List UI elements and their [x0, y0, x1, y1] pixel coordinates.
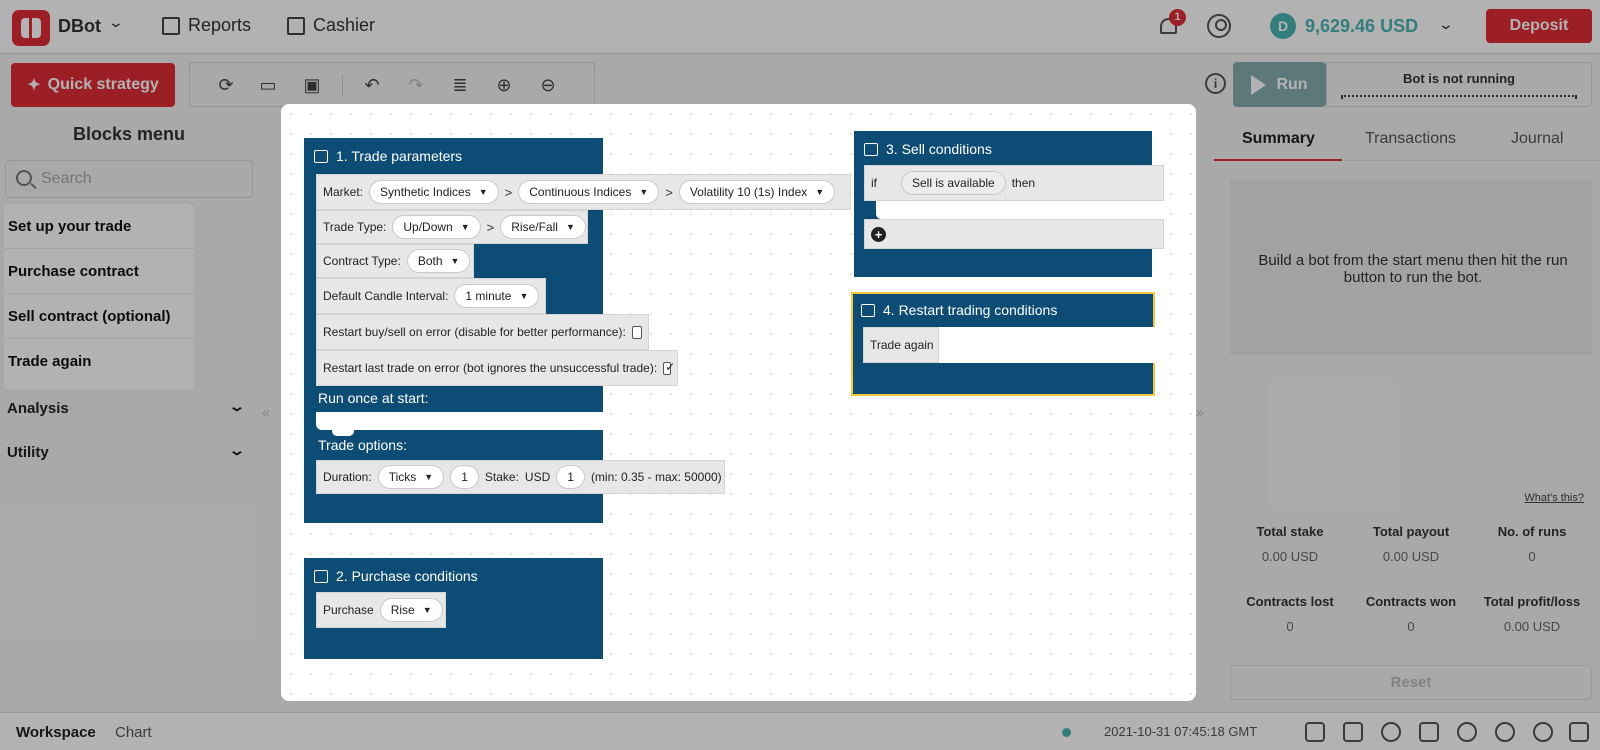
symbol-dropdown[interactable]: Volatility 10 (1s) Index ▼ — [678, 180, 836, 204]
workspace-preview-modal: 1. Trade parameters Market: Synthetic In… — [281, 104, 1196, 701]
sell-else-row — [864, 219, 1164, 249]
dropdown-value: Rise — [390, 603, 415, 617]
chevron-down-icon: ▼ — [565, 222, 575, 232]
money-icon — [864, 142, 878, 156]
contract-type-row: Contract Type: Both ▼ — [316, 244, 474, 278]
chevron-down-icon: ▼ — [422, 605, 432, 615]
trade-parameters-block[interactable]: 1. Trade parameters Market: Synthetic In… — [304, 138, 851, 523]
candle-interval-dropdown[interactable]: 1 minute ▼ — [454, 284, 540, 308]
contract-type-label: Contract Type: — [323, 254, 401, 268]
restart-trading-title: 4. Restart trading conditions — [861, 302, 1057, 318]
restart-slot — [939, 327, 1155, 363]
stake-currency: USD — [524, 470, 551, 484]
run-once-slot — [316, 412, 603, 430]
chevron-down-icon: ▼ — [450, 256, 460, 266]
purchase-label: Purchase — [323, 603, 374, 617]
restart-on-error-row: Restart buy/sell on error (disable for b… — [316, 314, 649, 350]
basket-icon — [314, 569, 328, 583]
duration-unit-dropdown[interactable]: Ticks ▼ — [377, 465, 445, 489]
sell-is-available-condition[interactable]: Sell is available — [901, 171, 1006, 195]
market-label: Market: — [323, 185, 364, 199]
sell-conditions-block[interactable]: 3. Sell conditions if Sell is available … — [854, 131, 1164, 277]
purchase-conditions-block[interactable]: 2. Purchase conditions Purchase Rise ▼ — [304, 558, 603, 659]
dropdown-value: Synthetic Indices — [380, 185, 471, 199]
duration-label: Duration: — [323, 470, 372, 484]
add-icon[interactable]: + — [871, 227, 886, 242]
stake-value-input[interactable]: 1 — [556, 465, 585, 489]
block-title-text: 1. Trade parameters — [336, 148, 463, 164]
trade-again-block[interactable]: Trade again — [863, 327, 939, 363]
dropdown-value: Volatility 10 (1s) Index — [689, 185, 808, 199]
purchase-dropdown[interactable]: Rise ▼ — [379, 598, 443, 622]
market-row: Market: Synthetic Indices ▼ > Continuous … — [316, 174, 851, 210]
dropdown-value: Both — [417, 254, 443, 268]
chevron-right-icon: > — [665, 184, 673, 200]
stake-label: Stake: — [484, 470, 519, 484]
chevron-down-icon: ▼ — [815, 187, 825, 197]
purchase-conditions-title: 2. Purchase conditions — [314, 568, 478, 584]
chevron-down-icon: ▼ — [478, 187, 488, 197]
dropdown-value: Rise/Fall — [511, 220, 558, 234]
restart-last-trade-row: Restart last trade on error (bot ignores… — [316, 350, 678, 386]
trade-type-dropdown[interactable]: Rise/Fall ▼ — [500, 215, 586, 239]
duration-value-input[interactable]: 1 — [450, 465, 479, 489]
chevron-down-icon: ▼ — [519, 291, 529, 301]
dropdown-value: Continuous Indices — [529, 185, 632, 199]
restart-on-error-checkbox[interactable] — [631, 325, 642, 339]
trade-again-label: Trade again — [870, 338, 934, 352]
dropdown-value: Up/Down — [403, 220, 453, 234]
chevron-down-icon: ▼ — [639, 187, 649, 197]
submarket-dropdown[interactable]: Continuous Indices ▼ — [518, 180, 660, 204]
candle-interval-label: Default Candle Interval: — [323, 289, 449, 303]
chevron-right-icon: > — [504, 184, 513, 200]
run-once-label: Run once at start: — [318, 390, 429, 406]
trade-type-row: Trade Type: Up/Down ▼ > Rise/Fall ▼ — [316, 210, 588, 244]
chevron-down-icon: ▼ — [460, 222, 470, 232]
dropdown-value: Ticks — [388, 470, 417, 484]
contract-type-dropdown[interactable]: Both ▼ — [406, 249, 471, 273]
block-title-text: 3. Sell conditions — [886, 141, 992, 157]
block-title-text: 4. Restart trading conditions — [883, 302, 1058, 318]
restart-last-trade-checkbox[interactable] — [663, 360, 675, 375]
statement-notch — [332, 430, 354, 436]
then-label: then — [1011, 176, 1036, 190]
sell-then-slot — [876, 201, 1164, 219]
flag-icon — [861, 303, 875, 317]
sell-conditions-title: 3. Sell conditions — [864, 141, 992, 157]
market-dropdown[interactable]: Synthetic Indices ▼ — [369, 180, 499, 204]
restart-trading-block[interactable]: 4. Restart trading conditions Trade agai… — [851, 292, 1155, 396]
restart-on-error-label: Restart buy/sell on error (disable for b… — [323, 325, 626, 339]
chevron-down-icon: ▼ — [424, 472, 434, 482]
trade-parameters-title: 1. Trade parameters — [314, 148, 462, 164]
stake-limits: (min: 0.35 - max: 50000) — [590, 470, 722, 484]
trade-options-label: Trade options: — [318, 437, 407, 453]
chevron-right-icon: > — [486, 219, 495, 235]
purchase-row: Purchase Rise ▼ — [316, 592, 446, 628]
block-title-text: 2. Purchase conditions — [336, 568, 478, 584]
trade-options-row: Duration: Ticks ▼ 1 Stake: USD 1 (min: 0.… — [316, 460, 725, 494]
dropdown-value: 1 minute — [465, 289, 512, 303]
candle-interval-row: Default Candle Interval: 1 minute ▼ — [316, 278, 546, 314]
trade-type-label: Trade Type: — [323, 220, 387, 234]
document-icon — [314, 149, 328, 163]
if-label: if — [871, 176, 877, 190]
trade-type-category-dropdown[interactable]: Up/Down ▼ — [392, 215, 481, 239]
restart-last-trade-label: Restart last trade on error (bot ignores… — [323, 361, 658, 375]
sell-if-row: if Sell is available then — [864, 165, 1164, 201]
